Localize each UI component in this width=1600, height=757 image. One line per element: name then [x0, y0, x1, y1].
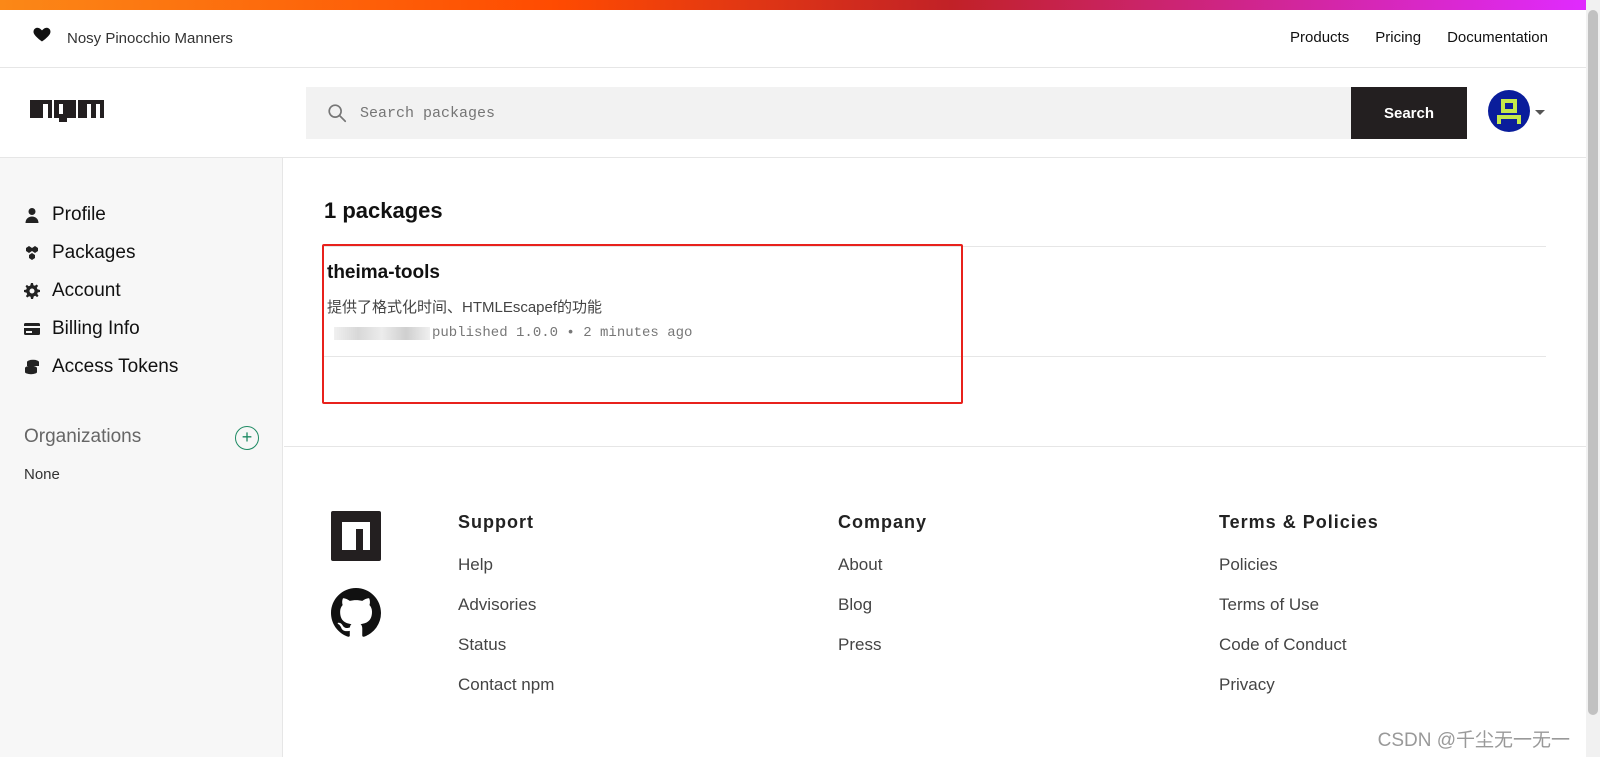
sidebar-item-access-tokens[interactable]: Access Tokens [24, 356, 178, 378]
npm-n-icon [342, 522, 370, 550]
nav-pricing[interactable]: Pricing [1375, 29, 1421, 46]
package-description: 提供了格式化时间、HTMLEscapef的功能 [327, 299, 603, 316]
user-icon [25, 208, 39, 223]
footer-column-title: Support [458, 512, 534, 532]
sidebar-item-packages[interactable]: Packages [24, 242, 135, 264]
footer-column-company: Company About Blog Press [838, 512, 927, 675]
search-button[interactable]: Search [1351, 87, 1467, 139]
sidebar-item-label: Billing Info [52, 318, 140, 339]
scrollbar[interactable] [1586, 0, 1600, 757]
footer-link-code-of-conduct[interactable]: Code of Conduct [1219, 635, 1379, 655]
footer-link-press[interactable]: Press [838, 635, 927, 655]
footer-link-blog[interactable]: Blog [838, 595, 927, 615]
footer-column-title: Terms & Policies [1219, 512, 1379, 532]
footer-divider [284, 446, 1586, 447]
search-header: Search [0, 68, 1586, 158]
add-organization-button[interactable]: + [235, 426, 259, 450]
footer-link-help[interactable]: Help [458, 555, 554, 575]
nav-documentation[interactable]: Documentation [1447, 29, 1548, 46]
footer-column-support: Support Help Advisories Status Contact n… [458, 512, 554, 715]
redacted-publisher [334, 326, 430, 340]
sidebar-item-label: Profile [52, 204, 106, 225]
footer-link-about[interactable]: About [838, 555, 927, 575]
organizations-value: None [24, 466, 60, 483]
search-icon [328, 104, 347, 123]
avatar[interactable] [1488, 90, 1530, 132]
package-meta: published 1.0.0 • 2 minutes ago [334, 325, 692, 341]
top-header: Nosy Pinocchio Manners Products Pricing … [0, 10, 1586, 68]
sidebar-item-account[interactable]: Account [24, 280, 121, 302]
footer-link-advisories[interactable]: Advisories [458, 595, 554, 615]
organizations-title: Organizations [24, 426, 142, 447]
package-count: 1 packages [324, 198, 443, 223]
top-nav: Products Pricing Documentation [1290, 29, 1548, 46]
footer-column-title: Company [838, 512, 928, 532]
main-content: 1 packages theima-tools 提供了格式化时间、HTMLEsc… [284, 158, 1586, 446]
footer-link-policies[interactable]: Policies [1219, 555, 1379, 575]
divider [324, 356, 1546, 357]
search-box [306, 87, 1351, 139]
sidebar-item-label: Access Tokens [52, 356, 179, 377]
search-input[interactable] [360, 87, 1340, 139]
sidebar-item-label: Packages [52, 242, 136, 263]
npm-square-logo[interactable] [331, 511, 381, 561]
github-icon[interactable] [331, 588, 381, 638]
package-meta-text: published 1.0.0 • 2 minutes ago [432, 325, 693, 341]
user-name: Nosy Pinocchio Manners [67, 30, 233, 47]
gear-icon [24, 283, 40, 299]
footer-link-contact-npm[interactable]: Contact npm [458, 675, 554, 695]
footer-link-status[interactable]: Status [458, 635, 554, 655]
footer-column-terms-policies: Terms & Policies Policies Terms of Use C… [1219, 512, 1379, 715]
heart-icon [33, 27, 51, 42]
nav-products[interactable]: Products [1290, 29, 1349, 46]
sidebar-item-billing-info[interactable]: Billing Info [24, 318, 140, 340]
packages-icon [26, 246, 38, 260]
coins-icon [25, 359, 39, 375]
sidebar-item-label: Account [52, 280, 121, 301]
footer-link-privacy[interactable]: Privacy [1219, 675, 1379, 695]
credit-card-icon [24, 323, 40, 335]
sidebar: Profile Packages Account Billing Info Ac… [0, 158, 283, 757]
chevron-down-icon[interactable] [1535, 110, 1545, 115]
scrollbar-thumb[interactable] [1588, 10, 1598, 715]
divider [324, 246, 1546, 247]
watermark: CSDN @千尘无一无一 [1377, 730, 1570, 751]
footer-link-terms-of-use[interactable]: Terms of Use [1219, 595, 1379, 615]
npm-logo[interactable] [30, 100, 104, 124]
brand-gradient-bar [0, 0, 1586, 10]
avatar-image [1497, 99, 1521, 124]
package-name-link[interactable]: theima-tools [327, 262, 440, 284]
sidebar-item-profile[interactable]: Profile [24, 204, 106, 226]
